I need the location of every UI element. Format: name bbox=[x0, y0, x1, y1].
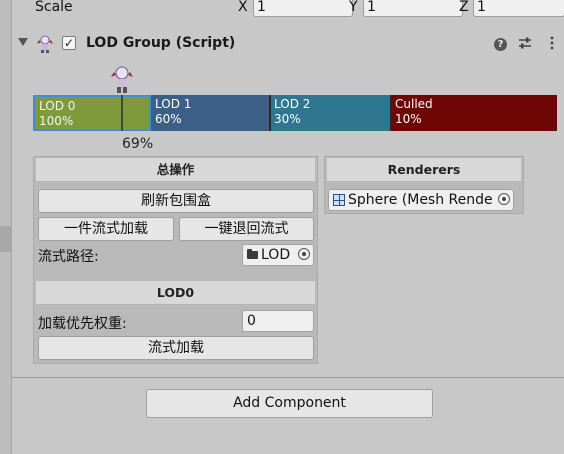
scale-y-label[interactable]: Y bbox=[349, 0, 358, 15]
camera-position-thumb-icon[interactable] bbox=[111, 64, 133, 94]
scale-z-field[interactable]: 1 bbox=[473, 0, 564, 17]
kebab-menu-icon[interactable] bbox=[544, 36, 560, 52]
stream-path-field[interactable]: LOD bbox=[242, 244, 314, 266]
component-enabled-checkbox[interactable]: ✓ bbox=[62, 36, 76, 50]
renderers-section-title: Renderers bbox=[327, 158, 521, 182]
stream-path-value: LOD bbox=[261, 247, 291, 263]
lod-segment-name: Culled bbox=[395, 97, 433, 111]
lod-segment-percent: 100% bbox=[39, 114, 74, 128]
lod-segment-percent: 30% bbox=[274, 112, 301, 126]
object-picker-icon[interactable] bbox=[498, 193, 510, 205]
lod-segment-percent: 10% bbox=[395, 112, 422, 126]
foldout-arrow-icon[interactable] bbox=[18, 38, 28, 46]
lod-bar[interactable]: LOD 0 100% LOD 1 60% LOD 2 30% Culled 10… bbox=[33, 95, 557, 131]
lod-segment-name: LOD 0 bbox=[39, 99, 76, 113]
camera-position-marker[interactable] bbox=[121, 95, 123, 131]
camera-percent-label: 69% bbox=[122, 136, 154, 152]
revert-stream-button[interactable]: 一键退回流式 bbox=[179, 217, 314, 241]
lod-segment-culled[interactable]: Culled 10% bbox=[391, 95, 557, 131]
stream-load-button[interactable]: 流式加载 bbox=[38, 336, 314, 360]
add-component-button[interactable]: Add Component bbox=[146, 389, 433, 418]
lod-segment-name: LOD 2 bbox=[274, 97, 311, 111]
lod-segment-2[interactable]: LOD 2 30% bbox=[270, 95, 391, 131]
scale-x-label[interactable]: X bbox=[238, 0, 248, 15]
scale-label: Scale bbox=[35, 0, 73, 15]
lod-segment-1[interactable]: LOD 1 60% bbox=[151, 95, 270, 131]
lod-segment-name: LOD 1 bbox=[155, 97, 192, 111]
ops-section-title: 总操作 bbox=[36, 158, 315, 182]
scale-z-label[interactable]: Z bbox=[459, 0, 469, 15]
component-title: LOD Group (Script) bbox=[86, 35, 236, 51]
lod0-section-title: LOD0 bbox=[36, 281, 315, 305]
renderer-object-field[interactable]: Sphere (Mesh Renderer) bbox=[328, 189, 514, 211]
operations-panel: 总操作 刷新包围盒 一件流式加载 一键退回流式 流式路径: LOD LOD0 加… bbox=[33, 156, 318, 364]
renderers-panel: Renderers Sphere (Mesh Renderer) bbox=[324, 156, 524, 214]
transform-scale-row: Scale X 1 Y 1 Z 1 bbox=[11, 0, 564, 20]
object-picker-icon[interactable] bbox=[298, 248, 310, 260]
scale-x-field[interactable]: 1 bbox=[253, 0, 353, 17]
folder-icon bbox=[247, 249, 258, 259]
lod-segment-0[interactable]: LOD 0 100% bbox=[33, 95, 151, 131]
lod-group-header: ✓ LOD Group (Script) ? bbox=[11, 33, 564, 57]
lod-segment-percent: 60% bbox=[155, 112, 182, 126]
gutter-notch bbox=[0, 226, 11, 252]
load-priority-label: 加载优先权重: bbox=[38, 316, 127, 332]
stream-load-all-button[interactable]: 一件流式加载 bbox=[38, 217, 174, 241]
lod-divider-handle[interactable] bbox=[269, 95, 271, 131]
lod-divider-handle[interactable] bbox=[390, 95, 392, 131]
refresh-bounds-button[interactable]: 刷新包围盒 bbox=[38, 189, 314, 213]
mesh-renderer-icon bbox=[333, 194, 345, 206]
scale-y-field[interactable]: 1 bbox=[363, 0, 463, 17]
stream-path-label: 流式路径: bbox=[38, 249, 99, 265]
preset-sliders-icon[interactable] bbox=[517, 36, 533, 52]
script-character-icon bbox=[37, 35, 53, 53]
help-icon[interactable]: ? bbox=[494, 38, 507, 51]
load-priority-field[interactable]: 0 bbox=[242, 310, 314, 332]
component-separator bbox=[11, 377, 564, 378]
renderer-value: Sphere (Mesh Renderer) bbox=[348, 192, 493, 208]
